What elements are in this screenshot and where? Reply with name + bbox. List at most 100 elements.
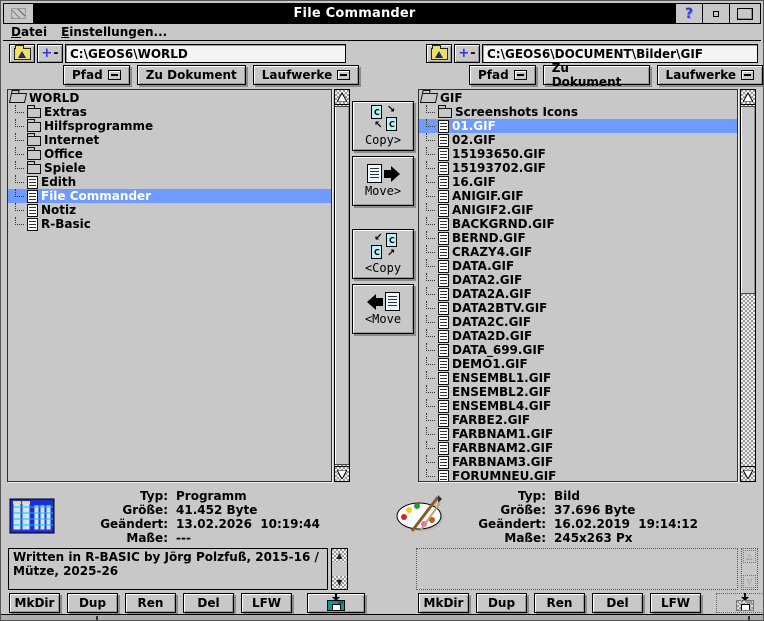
- tree-item[interactable]: ENSEMBL2.GIF: [419, 385, 737, 399]
- laufwerke-button-left[interactable]: Laufwerke: [252, 65, 360, 85]
- up-directory-button-left[interactable]: [9, 44, 35, 63]
- file-icon: [438, 413, 449, 427]
- tree-item[interactable]: File Commander: [8, 189, 331, 203]
- tree-connector: [15, 105, 24, 113]
- scrollbar-right-pane[interactable]: [740, 89, 756, 482]
- masse-value: 245x263 Px: [554, 531, 633, 545]
- tree-item[interactable]: Screenshots Icons: [419, 105, 737, 119]
- write-to-disk-button-left[interactable]: [307, 593, 365, 613]
- file-icon: [438, 161, 449, 175]
- pfad-button-right[interactable]: Pfad: [469, 65, 536, 85]
- mkdir-button-right[interactable]: MkDir: [418, 593, 469, 613]
- tree-item[interactable]: ANIGIF.GIF: [419, 189, 737, 203]
- tree-item[interactable]: ENSEMBL1.GIF: [419, 371, 737, 385]
- menu-einstellungen[interactable]: Einstellungen...: [61, 25, 167, 39]
- del-button-right[interactable]: Del: [592, 593, 643, 613]
- scroll-down-arrow[interactable]: [335, 466, 349, 481]
- scroll-down-arrow[interactable]: [741, 466, 755, 481]
- tree-item[interactable]: BACKGRND.GIF: [419, 217, 737, 231]
- scroll-thumb[interactable]: [741, 106, 755, 294]
- tree-item[interactable]: ANIGIF2.GIF: [419, 203, 737, 217]
- tree-item[interactable]: 16.GIF: [419, 175, 737, 189]
- file-tree-right[interactable]: GIF Screenshots Icons 01.GIF 02.GIF 15193650…: [418, 89, 738, 482]
- pfad-button-left[interactable]: Pfad: [63, 65, 130, 85]
- tree-root-item[interactable]: WORLD: [8, 91, 331, 105]
- tree-item[interactable]: CRAZY4.GIF: [419, 245, 737, 259]
- maximize-button[interactable]: [729, 4, 760, 23]
- tree-item[interactable]: DATA2C.GIF: [419, 315, 737, 329]
- scroll-down-arrow[interactable]: ▼: [332, 576, 347, 589]
- tree-item[interactable]: DATA.GIF: [419, 259, 737, 273]
- zu-dokument-button-left[interactable]: Zu Dokument: [136, 65, 246, 85]
- help-button[interactable]: ?: [675, 4, 702, 23]
- tree-item[interactable]: 15193650.GIF: [419, 147, 737, 161]
- tree-item[interactable]: 02.GIF: [419, 133, 737, 147]
- folder-icon: [27, 105, 41, 118]
- move-right-button[interactable]: Move>: [352, 156, 414, 206]
- folder-up-icon: [430, 44, 448, 60]
- scroll-up-arrow[interactable]: [741, 90, 755, 105]
- scroll-thumb[interactable]: [335, 106, 349, 465]
- file-name: DATA2A.GIF: [452, 287, 532, 301]
- tree-root-item[interactable]: GIF: [419, 91, 737, 105]
- del-button-left[interactable]: Del: [183, 593, 234, 613]
- file-name: ENSEMBL4.GIF: [452, 399, 552, 413]
- mkdir-button-left[interactable]: MkDir: [9, 593, 60, 613]
- tree-item[interactable]: Hilfsprogramme: [8, 119, 331, 133]
- tree-item[interactable]: DEMO1.GIF: [419, 357, 737, 371]
- lfw-button-right[interactable]: LFW: [650, 593, 701, 613]
- tree-item[interactable]: DATA2BTV.GIF: [419, 301, 737, 315]
- scroll-up-arrow[interactable]: ▲: [332, 549, 347, 562]
- tree-item[interactable]: 01.GIF: [419, 119, 737, 133]
- ren-button-left[interactable]: Ren: [125, 593, 176, 613]
- system-menu-button[interactable]: [4, 4, 34, 23]
- tree-item[interactable]: ENSEMBL4.GIF: [419, 399, 737, 413]
- laufwerke-button-right[interactable]: Laufwerke: [656, 65, 763, 85]
- path-field-left[interactable]: C:\GEOS6\WORLD: [65, 44, 346, 63]
- popup-menu-icon: [741, 70, 754, 80]
- minus-icon: -: [53, 46, 59, 61]
- expand-collapse-button-right[interactable]: + -: [454, 44, 480, 63]
- tree-item[interactable]: FARBNAM2.GIF: [419, 441, 737, 455]
- tree-item[interactable]: FARBE2.GIF: [419, 413, 737, 427]
- file-tree-left[interactable]: WORLD Extras Hilfsprogramme Internet Office S…: [7, 89, 332, 482]
- tree-item[interactable]: Office: [8, 147, 331, 161]
- dup-button-left[interactable]: Dup: [67, 593, 118, 613]
- move-left-button[interactable]: <Move: [352, 284, 414, 334]
- tree-item[interactable]: R-Basic: [8, 217, 331, 231]
- minimize-button[interactable]: [702, 4, 729, 23]
- titlebar: File Commander ?: [3, 3, 761, 24]
- tree-item[interactable]: BERND.GIF: [419, 231, 737, 245]
- folder-up-icon: [13, 44, 31, 60]
- menu-datei[interactable]: Datei: [11, 25, 47, 39]
- copy-right-button[interactable]: ↘↖ Copy>: [352, 101, 414, 151]
- tree-connector: [426, 105, 435, 113]
- tree-item[interactable]: Edith: [8, 175, 331, 189]
- scrollbar-left-pane[interactable]: [334, 89, 350, 482]
- tree-item[interactable]: FARBNAM3.GIF: [419, 455, 737, 469]
- window-bottom-frame: [1, 614, 763, 620]
- expand-collapse-button-left[interactable]: + -: [37, 44, 63, 63]
- tree-item[interactable]: FARBNAM1.GIF: [419, 427, 737, 441]
- tree-item[interactable]: DATA2D.GIF: [419, 329, 737, 343]
- copy-left-button[interactable]: ↙↗ <Copy: [352, 229, 414, 279]
- dup-button-right[interactable]: Dup: [476, 593, 527, 613]
- tree-item[interactable]: Extras: [8, 105, 331, 119]
- tree-item[interactable]: 15193702.GIF: [419, 161, 737, 175]
- up-directory-button-right[interactable]: [426, 44, 452, 63]
- lfw-button-left[interactable]: LFW: [241, 593, 292, 613]
- tree-item[interactable]: DATA2A.GIF: [419, 287, 737, 301]
- about-scrollbar[interactable]: ▲ ▼: [331, 548, 348, 590]
- tree-item[interactable]: DATA2.GIF: [419, 273, 737, 287]
- tree-item[interactable]: DATA_699.GIF: [419, 343, 737, 357]
- zu-dokument-button-right[interactable]: Zu Dokument: [542, 61, 650, 89]
- ren-button-right[interactable]: Ren: [534, 593, 585, 613]
- folder-icon: [27, 133, 41, 146]
- tree-item[interactable]: Internet: [8, 133, 331, 147]
- tree-item[interactable]: FORUMNEU.GIF: [419, 469, 737, 481]
- system-menu-icon: [11, 8, 26, 19]
- tree-connector: [426, 231, 435, 239]
- tree-item[interactable]: Spiele: [8, 161, 331, 175]
- tree-item[interactable]: Notiz: [8, 203, 331, 217]
- scroll-up-arrow[interactable]: [335, 90, 349, 105]
